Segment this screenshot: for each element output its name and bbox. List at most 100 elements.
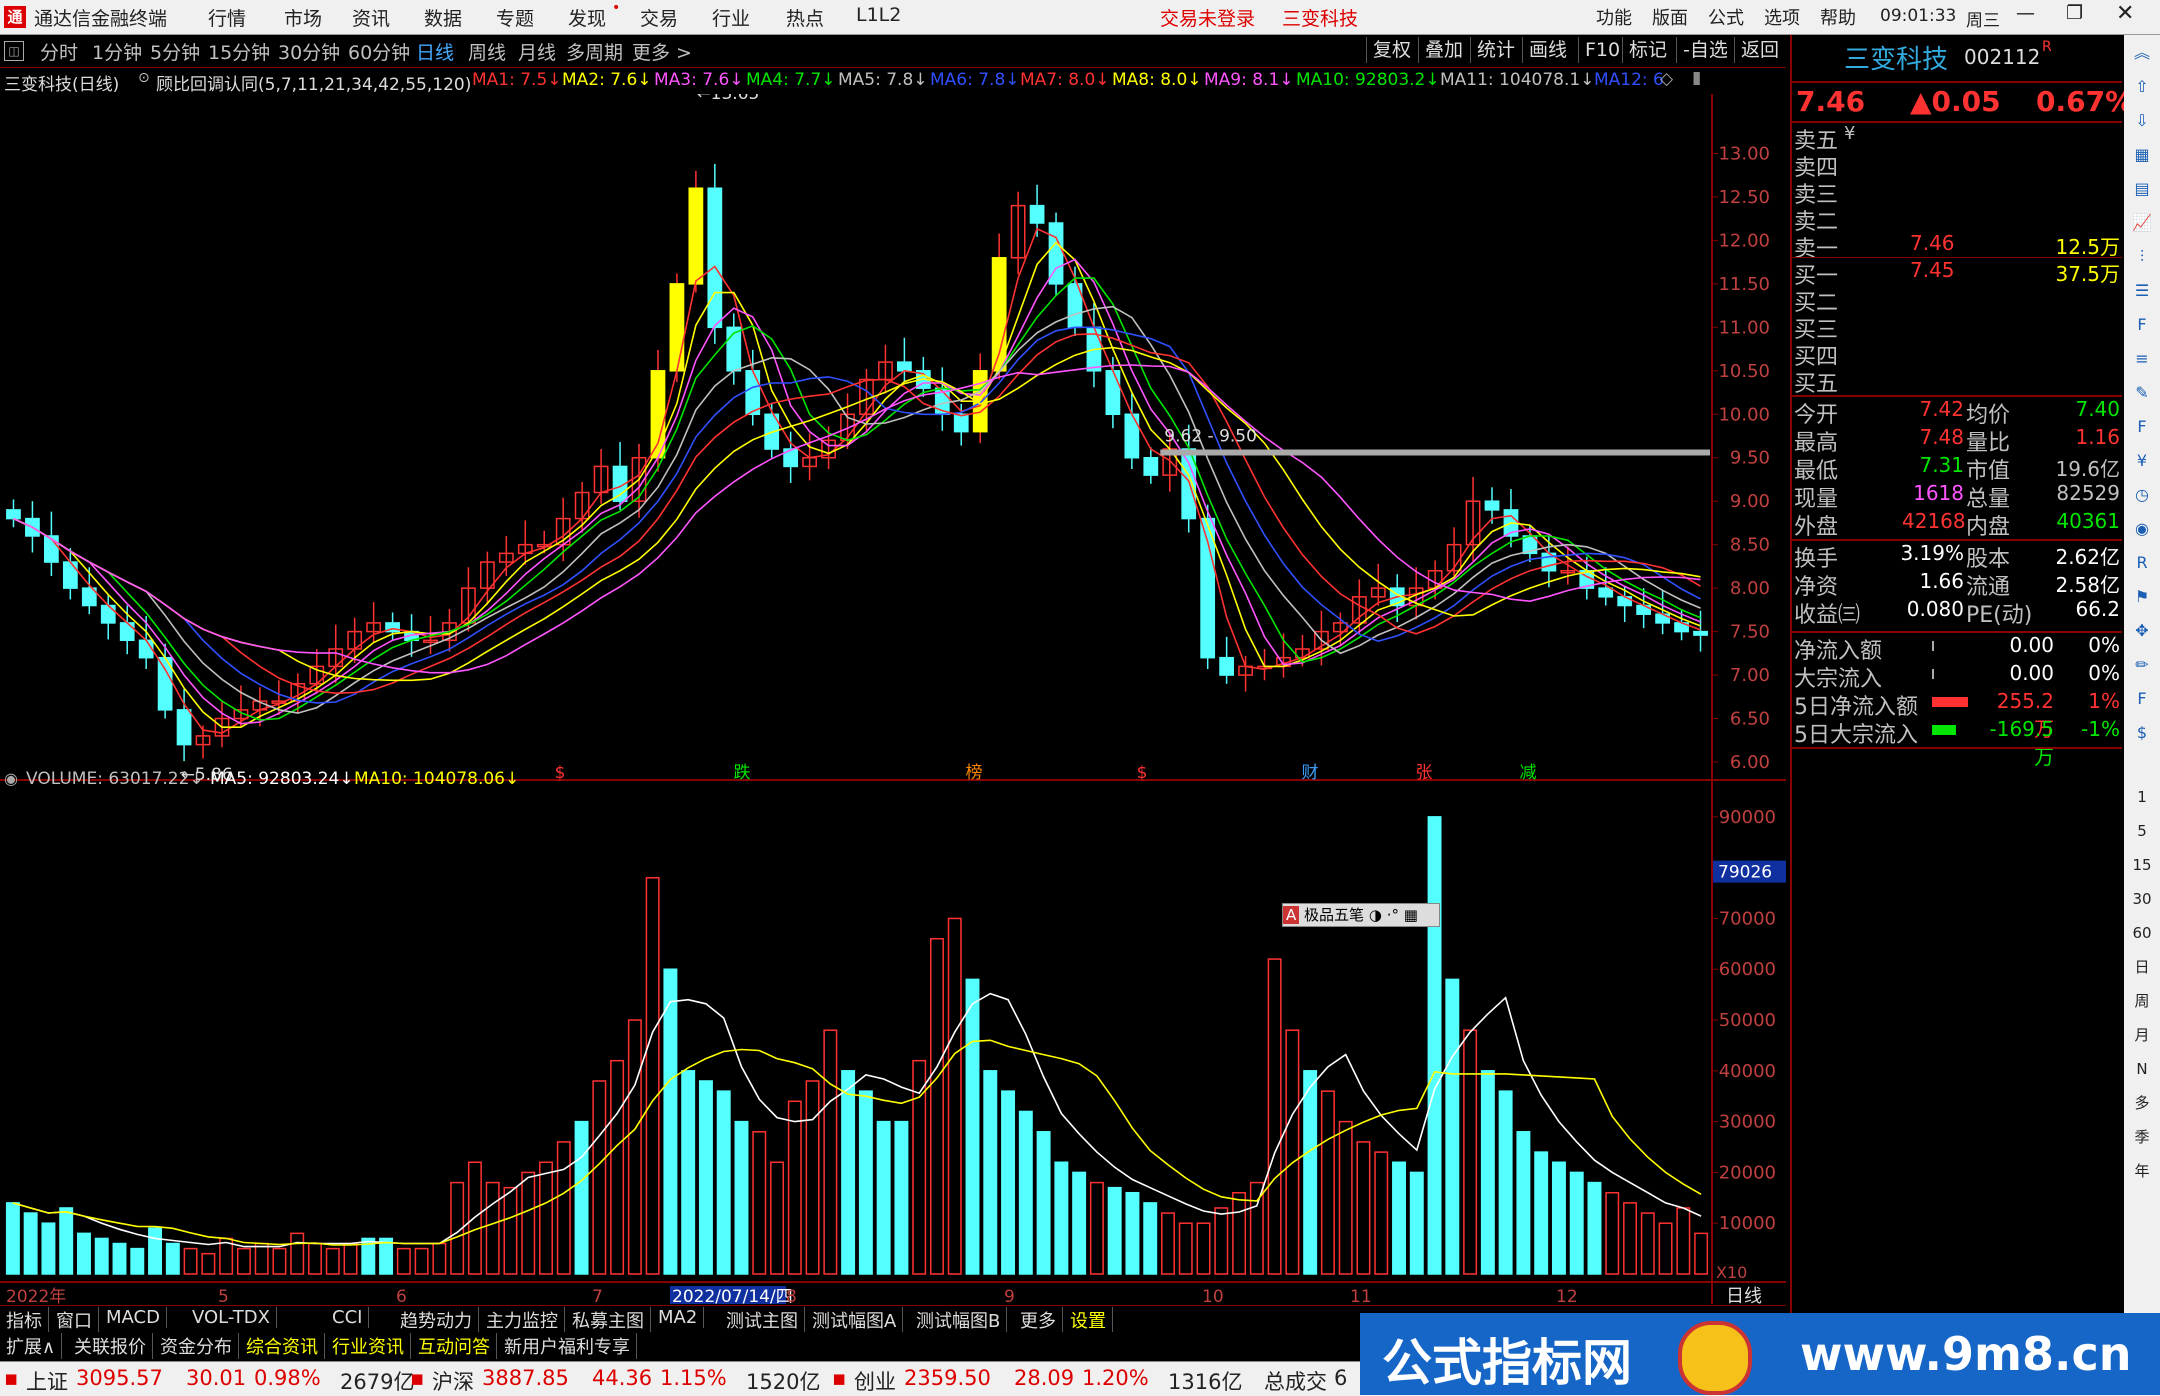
f10-icon[interactable]: F (2130, 313, 2154, 337)
index-name-0[interactable]: 上证 (26, 1366, 68, 1396)
menu-right-item-2[interactable]: 公式 (1708, 4, 1744, 30)
toolbar-button-6[interactable]: -自选 (1676, 37, 1734, 63)
period-tab-5[interactable]: 60分钟 (348, 38, 410, 65)
period-tab-8[interactable]: 月线 (518, 38, 556, 65)
arrow-up-icon[interactable]: ⇧ (2130, 75, 2154, 99)
window-icon[interactable]: ◫ (4, 41, 24, 61)
period-tab-0[interactable]: 分时 (40, 38, 78, 65)
period-tab-4[interactable]: 30分钟 (278, 38, 340, 65)
minimize-button[interactable]: — (2016, 2, 2035, 24)
formula-name[interactable]: 顾比回调认同(5,7,11,21,34,42,55,120) (156, 70, 471, 95)
fs-icon[interactable]: F (2130, 687, 2154, 711)
info-tab-3[interactable]: 综合资讯 (240, 1333, 325, 1359)
toolbar-button-1[interactable]: 叠加 (1418, 37, 1469, 63)
indicator-tab-3[interactable]: VOL-TDX (186, 1307, 277, 1328)
menu-item-8[interactable]: 热点 (786, 4, 824, 31)
clock-icon[interactable]: ◷ (2130, 483, 2154, 507)
indicator-tab-1[interactable]: 窗口 (50, 1307, 99, 1333)
menu-item-5[interactable]: 发现 (568, 4, 606, 31)
menu-right-item-0[interactable]: 功能 (1596, 4, 1632, 30)
menu-item-7[interactable]: 行业 (712, 4, 750, 31)
period-tab-3[interactable]: 15分钟 (208, 38, 270, 65)
index-name-2[interactable]: 创业 (854, 1366, 896, 1396)
toolbar-button-2[interactable]: 统计 (1470, 37, 1521, 63)
eye-icon[interactable]: ◉ (2130, 517, 2154, 541)
menu-item-9[interactable]: L1L2 (856, 4, 901, 26)
menu-item-0[interactable]: 行情 (208, 4, 246, 31)
period-tab-7[interactable]: 周线 (468, 38, 506, 65)
indicator-tab-11[interactable]: 测试幅图B (910, 1307, 1008, 1333)
toolbar-button-7[interactable]: 返回 (1734, 37, 1785, 63)
period-tab-6[interactable]: 日线 (416, 38, 454, 65)
table-icon[interactable]: ▤ (2130, 177, 2154, 201)
period-tab-2[interactable]: 5分钟 (150, 38, 200, 65)
indicator-tab-13[interactable]: 设置 (1064, 1307, 1113, 1333)
fund-icon[interactable]: ¥ (2130, 449, 2154, 473)
period-shortcut-6[interactable]: 周 (2130, 989, 2154, 1013)
info-tab-2[interactable]: 资金分布 (154, 1333, 239, 1359)
info-tab-6[interactable]: 新用户福利专享 (498, 1333, 637, 1359)
indicator-tab-8[interactable]: MA2 (652, 1307, 705, 1328)
menu-right-item-4[interactable]: 帮助 (1820, 4, 1856, 30)
dollar-icon[interactable]: $ (2130, 721, 2154, 745)
chevron-up-icon[interactable]: ︽ (2130, 41, 2154, 65)
list-icon[interactable]: ☰ (2130, 279, 2154, 303)
indicator-tab-12[interactable]: 更多 (1014, 1307, 1063, 1333)
period-shortcut-3[interactable]: 30 (2130, 887, 2154, 911)
restore-button[interactable]: ❐ (2066, 2, 2083, 24)
grid-icon[interactable]: ▦ (2130, 143, 2154, 167)
period-shortcut-5[interactable]: 日 (2130, 955, 2154, 979)
info-tab-0[interactable]: 扩展∧ (0, 1333, 63, 1359)
menu-item-3[interactable]: 数据 (424, 4, 462, 31)
indicator-tab-7[interactable]: 私募主图 (566, 1307, 651, 1333)
kline-icon[interactable]: ⫶ (2130, 245, 2154, 269)
period-shortcut-4[interactable]: 60 (2130, 921, 2154, 945)
toolbar-button-3[interactable]: 画线 (1522, 37, 1573, 63)
period-shortcut-2[interactable]: 15 (2130, 853, 2154, 877)
toolbar-button-4[interactable]: F10 (1578, 37, 1626, 63)
period-shortcut-7[interactable]: 月 (2130, 1023, 2154, 1047)
indicator-tab-0[interactable]: 指标 (0, 1307, 49, 1333)
period-shortcut-0[interactable]: 1 (2130, 785, 2154, 809)
menu-item-6[interactable]: 交易 (640, 4, 678, 31)
period-shortcut-11[interactable]: 年 (2130, 1159, 2154, 1183)
menu-right-item-3[interactable]: 选项 (1764, 4, 1800, 30)
note-icon[interactable]: ✎ (2130, 381, 2154, 405)
period-shortcut-1[interactable]: 5 (2130, 819, 2154, 843)
chart-icon[interactable]: 📈 (2130, 211, 2154, 235)
indicator-tab-2[interactable]: MACD (100, 1307, 167, 1328)
move-icon[interactable]: ✥ (2130, 619, 2154, 643)
indicator-tab-4[interactable]: CCI (326, 1307, 370, 1328)
period-tab-9[interactable]: 多周期 (566, 38, 623, 65)
f-icon-icon[interactable]: F (2130, 415, 2154, 439)
chart-area[interactable]: 13.00 12.50 12.00 11.50 11.00 10.50 10.00 9.50 9… (0, 94, 1786, 1304)
scroll-icon[interactable]: ▮ (1692, 68, 1701, 88)
rsi-icon[interactable]: R (2130, 551, 2154, 575)
menu-right-item-1[interactable]: 版面 (1652, 4, 1688, 30)
formula-icon[interactable]: ⊙ (138, 70, 150, 86)
period-shortcut-9[interactable]: 多 (2130, 1091, 2154, 1115)
menu-item-1[interactable]: 市场 (284, 4, 322, 31)
period-shortcut-10[interactable]: 季 (2130, 1125, 2154, 1149)
info-tab-5[interactable]: 互动问答 (412, 1333, 497, 1359)
pen-icon[interactable]: ✏ (2130, 653, 2154, 677)
period-tab-10[interactable]: 更多 > (632, 38, 692, 65)
indicator-tab-10[interactable]: 测试幅图A (806, 1307, 904, 1333)
index-name-1[interactable]: 沪深 (432, 1366, 474, 1396)
arrow-down-icon[interactable]: ⇩ (2130, 109, 2154, 133)
info-tab-1[interactable]: 关联报价 (68, 1333, 153, 1359)
menu-item-4[interactable]: 专题 (496, 4, 534, 31)
close-button[interactable]: ✕ (2116, 1, 2134, 26)
list2-icon[interactable]: ≡ (2130, 347, 2154, 371)
settings-diamond-icon[interactable]: ◇ (1660, 69, 1673, 89)
info-tab-4[interactable]: 行业资讯 (326, 1333, 411, 1359)
indicator-tab-5[interactable]: 趋势动力 (394, 1307, 479, 1333)
indicator-tab-9[interactable]: 测试主图 (720, 1307, 805, 1333)
flag-icon[interactable]: ⚑ (2130, 585, 2154, 609)
indicator-tab-6[interactable]: 主力监控 (480, 1307, 565, 1333)
login-status[interactable]: 交易未登录 (1160, 4, 1255, 31)
menu-item-2[interactable]: 资讯 (352, 4, 390, 31)
ime-toolbar[interactable]: A 极品五笔 ◑ ·° ▦ (1282, 903, 1440, 927)
period-tab-1[interactable]: 1分钟 (92, 38, 142, 65)
period-shortcut-8[interactable]: N (2130, 1057, 2154, 1081)
